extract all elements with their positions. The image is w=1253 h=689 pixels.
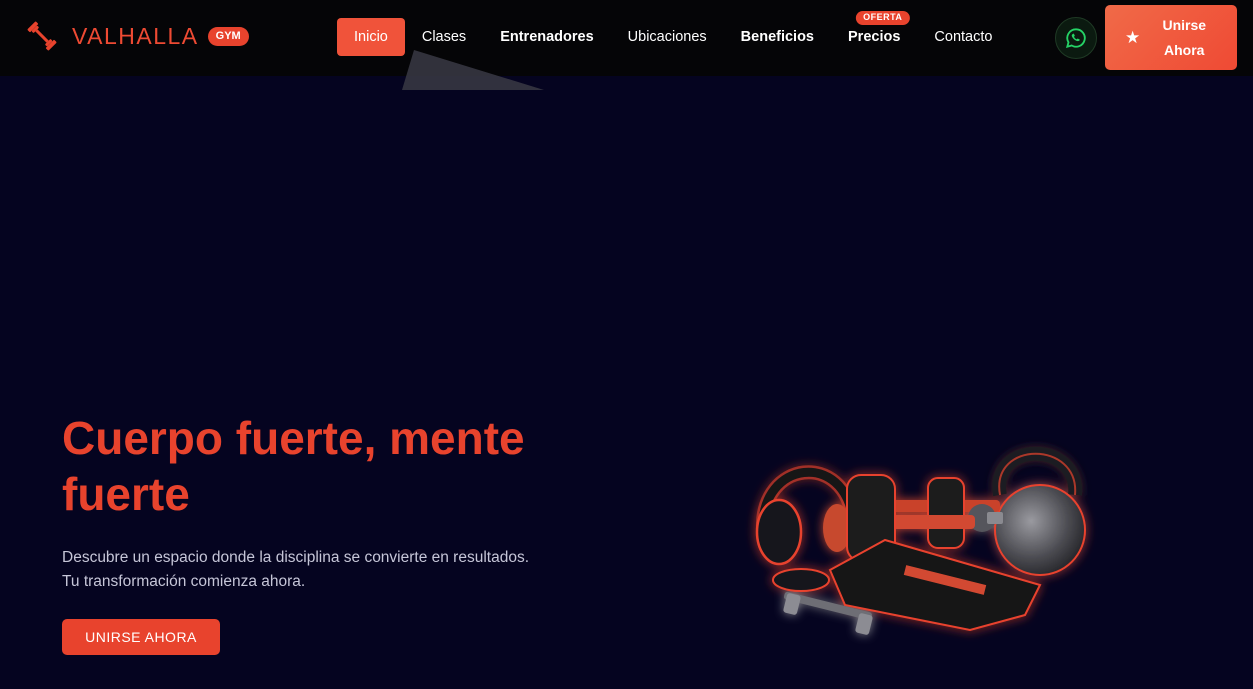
brand-logo[interactable]: VALHALLA GYM xyxy=(24,18,249,54)
gym-equipment-image xyxy=(755,446,1086,635)
hero-title: Cuerpo fuerte, mente fuerte xyxy=(62,412,525,520)
whatsapp-icon xyxy=(1065,28,1086,49)
join-now-label: Unirse Ahora xyxy=(1154,13,1214,63)
whatsapp-button[interactable] xyxy=(1055,17,1097,59)
nav-item-precios-label: Precios xyxy=(848,29,901,45)
nav-item-precios[interactable]: Precios OFERTA xyxy=(831,11,917,56)
brand-name: VALHALLA xyxy=(72,22,199,49)
nav-item-ubicaciones[interactable]: Ubicaciones xyxy=(611,18,724,56)
join-now-line2: Ahora xyxy=(1164,41,1205,58)
brand-badge: GYM xyxy=(207,26,249,46)
join-now-line1: Unirse xyxy=(1162,16,1207,33)
join-now-button[interactable]: ★ Unirse Ahora xyxy=(1105,5,1237,70)
dumbbell-icon xyxy=(27,21,57,51)
offer-badge: OFERTA xyxy=(856,11,910,25)
hero-description-line2: Tu transformación comienza ahora. xyxy=(62,573,306,590)
nav-item-inicio[interactable]: Inicio xyxy=(337,18,405,56)
spotlight-beam xyxy=(402,50,544,90)
star-icon: ★ xyxy=(1125,27,1141,47)
hero-description-line1: Descubre un espacio donde la disciplina … xyxy=(62,549,530,566)
navbar: VALHALLA GYM Inicio Clases Entrenadores … xyxy=(0,0,1253,76)
hero-description: Descubre un espacio donde la disciplina … xyxy=(62,546,622,594)
nav-item-contacto[interactable]: Contacto xyxy=(917,18,1009,56)
hero-join-button[interactable]: UNIRSE AHORA xyxy=(62,619,220,655)
nav-item-beneficios[interactable]: Beneficios xyxy=(724,18,831,56)
